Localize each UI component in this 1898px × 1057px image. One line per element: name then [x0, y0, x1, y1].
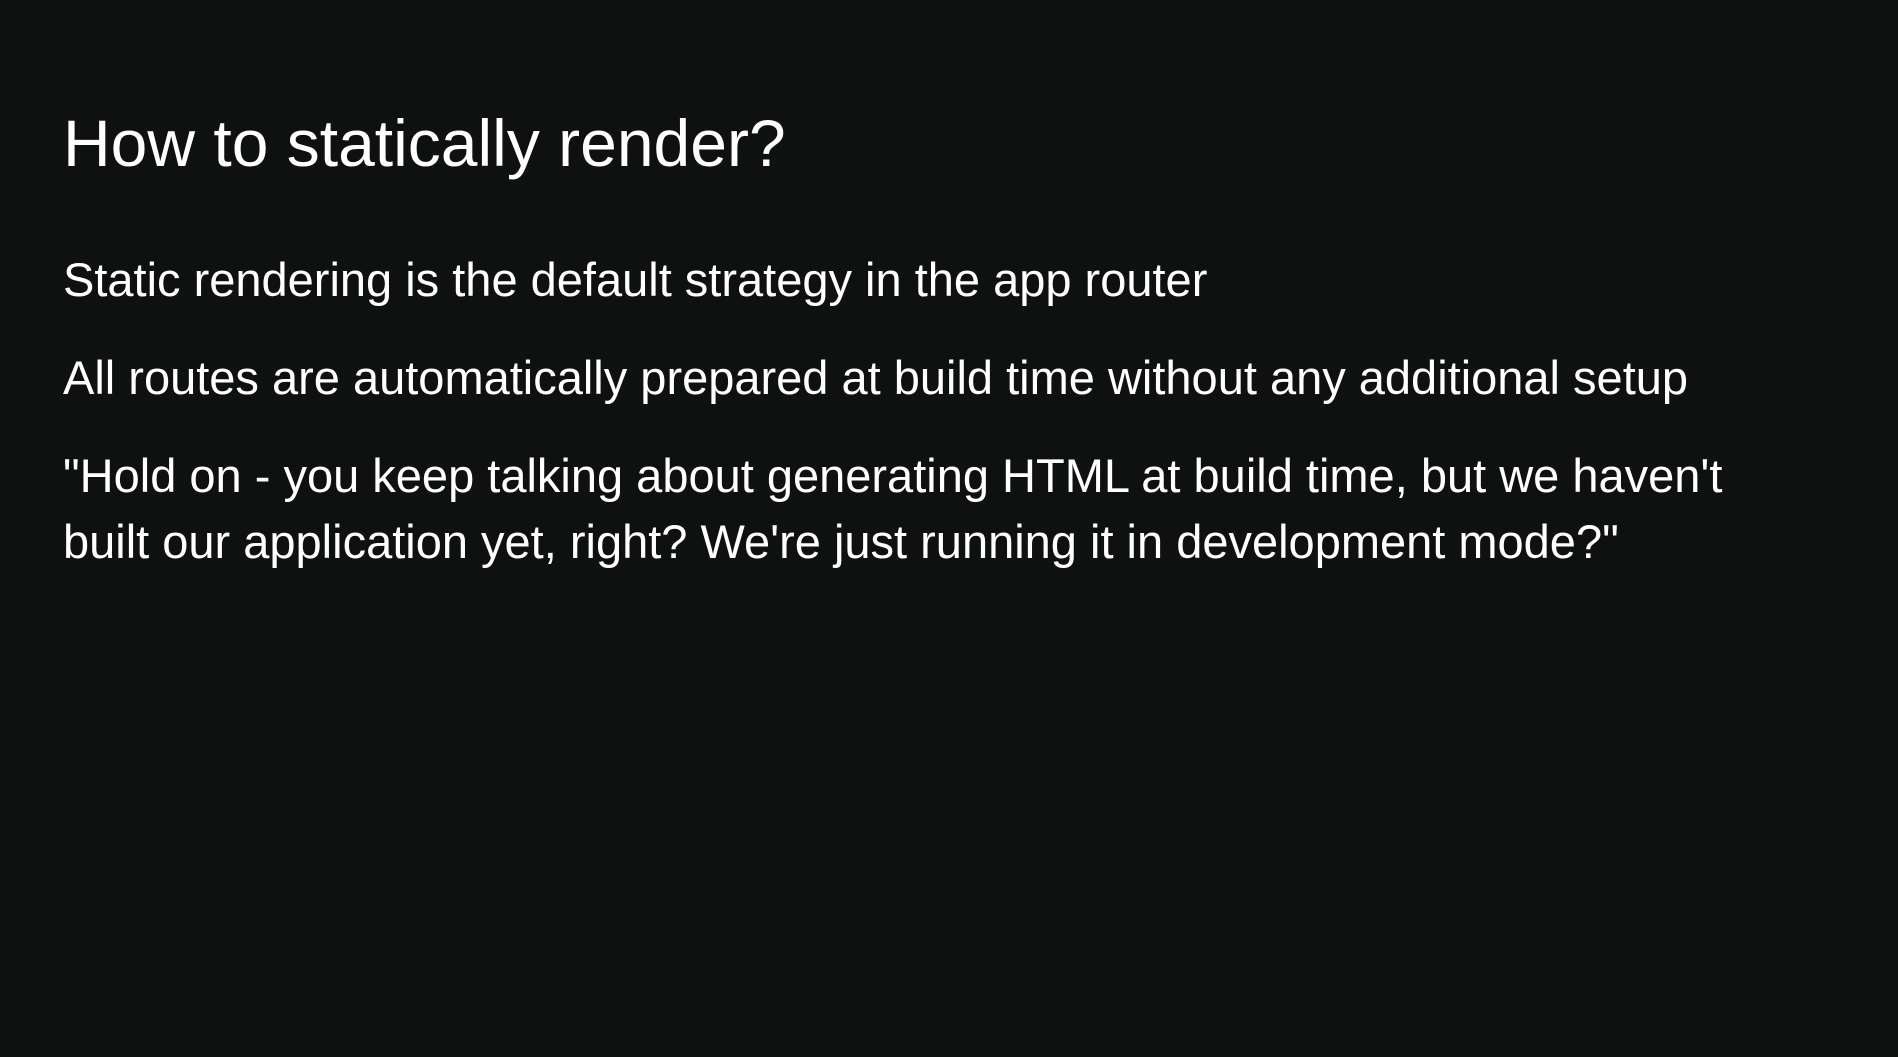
paragraph-static-rendering-default: Static rendering is the default strategy…	[63, 253, 1208, 306]
paragraph-quote-development-mode: "Hold on - you keep talking about genera…	[63, 449, 1723, 568]
slide-body: Static rendering is the default strategy…	[63, 247, 1843, 607]
paragraph-routes-prepared-at-build: All routes are automatically prepared at…	[63, 351, 1689, 404]
slide-title: How to statically render?	[63, 106, 786, 180]
slide: How to statically render? Static renderi…	[0, 0, 1898, 1057]
